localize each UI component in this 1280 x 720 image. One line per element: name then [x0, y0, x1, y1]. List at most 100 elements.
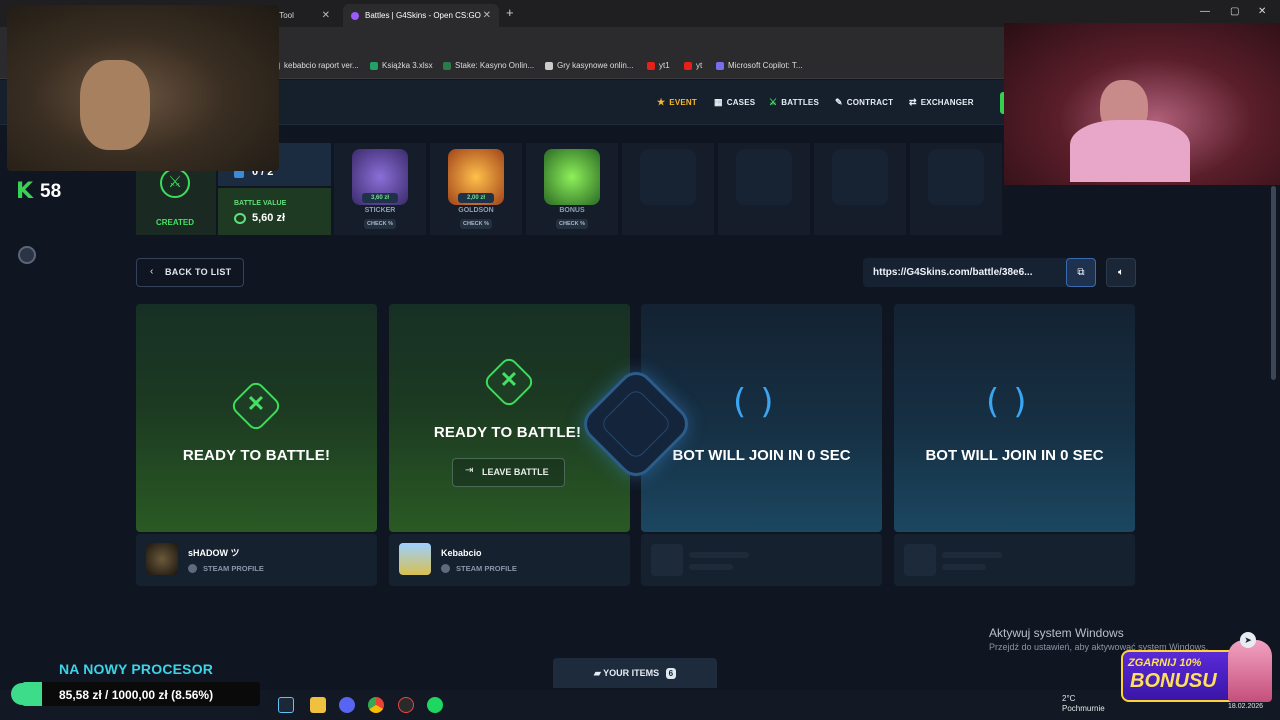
nav-cases[interactable]: ▦ CASES — [714, 97, 755, 108]
bonus-line-2: BONUSU — [1130, 670, 1217, 692]
check-odds-button[interactable]: CHECK % — [556, 219, 588, 229]
check-odds-button[interactable]: CHECK % — [460, 219, 492, 229]
tab-close-icon[interactable]: ✕ — [483, 4, 491, 27]
player-name: sHADOW ツ — [188, 548, 240, 558]
spotify-icon[interactable] — [427, 697, 443, 713]
site-logo[interactable]: K — [16, 181, 34, 203]
discord-icon[interactable] — [339, 697, 355, 713]
battle-value: 5,60 zł — [252, 212, 286, 224]
steam-icon — [441, 564, 450, 573]
bonus-line-1: ZGARNIJ 10% — [1128, 657, 1202, 669]
tab-label: Battles | G4Skins - Open CS:GO — [365, 11, 481, 20]
case-card[interactable]: 3,60 zł STICKER CHECK % — [334, 143, 426, 235]
case-placeholder — [718, 143, 810, 235]
weather-widget[interactable]: 2°C Pochmurnie — [1062, 694, 1105, 714]
close-window-button[interactable]: ✕ — [1258, 6, 1266, 17]
bookmark-item[interactable]: Microsoft Copilot: T... — [716, 61, 803, 70]
bookmark-item[interactable]: kebabcio raport ver... — [272, 61, 359, 70]
webcam-person-body — [1070, 120, 1190, 182]
slot-status: READY TO BATTLE! — [182, 447, 331, 464]
g4skins-favicon-icon — [351, 12, 359, 20]
bookmark-item[interactable]: Książka 3.xlsx — [370, 61, 433, 70]
speaker-icon: 🔈︎ — [1118, 267, 1124, 278]
swords-icon: ✕ — [229, 379, 283, 433]
steam-profile-link[interactable]: STEAM PROFILE — [203, 564, 264, 573]
battle-status-label: CREATED — [155, 218, 195, 227]
player-card-4-placeholder — [894, 534, 1135, 586]
nav-exchanger[interactable]: ⇄ EXCHANGER — [909, 97, 974, 108]
case-placeholder — [910, 143, 1002, 235]
bonus-character-image — [1228, 640, 1272, 702]
steam-icon[interactable] — [278, 697, 294, 713]
windows-activation-title: Aktywuj system Windows — [989, 626, 1124, 640]
youtube-icon — [647, 62, 655, 70]
loading-spinner-icon: () — [986, 382, 1041, 422]
tab-close-icon[interactable]: ✕ — [322, 4, 330, 27]
case-name: STICKER — [364, 207, 396, 214]
chevron-left-icon: ‹ — [150, 266, 154, 277]
copilot-icon — [716, 62, 724, 70]
case-card[interactable]: BONUS CHECK % — [526, 143, 618, 235]
stake-icon — [443, 62, 451, 70]
player-slot-4: () BOT WILL JOIN IN 0 SEC — [894, 304, 1135, 532]
battles-icon: ⚔ — [769, 97, 778, 107]
pen-icon: ✎ — [835, 97, 843, 107]
exchange-icon: ⇄ — [909, 97, 917, 107]
obs-icon[interactable] — [398, 697, 414, 713]
copy-icon: ⧉ — [1077, 267, 1085, 278]
slot-status: BOT WILL JOIN IN 0 SEC — [925, 447, 1104, 464]
case-price: 3,60 zł — [362, 193, 398, 203]
loading-spinner-icon — [18, 246, 36, 264]
battle-value-label: BATTLE VALUE — [234, 200, 287, 207]
bookmark-item[interactable]: Gry kasynowe onlin... — [545, 61, 633, 70]
online-count: 58 — [40, 181, 62, 202]
file-explorer-icon[interactable] — [310, 697, 326, 713]
bookmark-item[interactable]: Stake: Kasyno Onlin... — [443, 61, 534, 70]
chrome-icon[interactable] — [368, 697, 384, 713]
your-items-label: YOUR ITEMS — [603, 668, 660, 678]
player-name: Kebabcio — [441, 548, 482, 558]
nav-contract[interactable]: ✎ CONTRACT — [835, 97, 893, 108]
player-card-3-placeholder — [641, 534, 882, 586]
bookmark-item[interactable]: yt1 — [647, 61, 670, 70]
star-icon: ★ — [657, 97, 666, 107]
nav-event[interactable]: ★ EVENT — [657, 97, 697, 108]
weather-temp: 2°C — [1062, 694, 1076, 703]
case-image — [544, 149, 600, 205]
bookmark-item[interactable]: yt — [684, 61, 702, 70]
your-items-button[interactable]: ▰ YOUR ITEMS 6 — [553, 658, 717, 688]
copy-link-button[interactable]: ⧉ — [1066, 258, 1096, 287]
check-odds-button[interactable]: CHECK % — [364, 219, 396, 229]
page-scrollbar[interactable] — [1271, 186, 1276, 380]
case-name: BONUS — [559, 207, 585, 214]
player-card-1: sHADOW ツ STEAM PROFILE — [136, 534, 377, 586]
battle-url-field[interactable]: https://G4Skins.com/battle/38e6... — [863, 258, 1096, 287]
player-card-2: Kebabcio STEAM PROFILE — [389, 534, 630, 586]
coins-icon — [234, 213, 246, 224]
avatar — [146, 543, 178, 575]
sound-toggle-button[interactable]: 🔈︎ — [1106, 258, 1136, 287]
case-name: GOLDSON — [458, 207, 494, 214]
battle-created-icon: ⚔ — [160, 168, 190, 198]
case-placeholder — [814, 143, 906, 235]
telegram-icon[interactable]: ➤ — [1240, 632, 1256, 648]
case-price: 2,00 zł — [458, 193, 494, 203]
items-count-badge: 6 — [665, 668, 677, 679]
rounds-icon — [234, 170, 244, 178]
nav-battles[interactable]: ⚔ BATTLES — [769, 97, 819, 108]
bookmark-s-icon — [545, 62, 553, 70]
new-tab-button[interactable]: + — [506, 5, 514, 20]
swords-icon: ✕ — [482, 355, 536, 409]
taskbar-date: 18.02.2026 — [1228, 703, 1264, 710]
steam-icon — [188, 564, 197, 573]
minimize-button[interactable]: — — [1200, 6, 1210, 17]
avatar — [399, 543, 431, 575]
cases-icon: ▦ — [714, 97, 723, 107]
exit-icon: ⇥ — [465, 465, 474, 476]
tab-battles[interactable]: Battles | G4Skins - Open CS:GO ✕ — [343, 4, 499, 27]
maximize-button[interactable]: ▢ — [1230, 6, 1239, 17]
steam-profile-link[interactable]: STEAM PROFILE — [456, 564, 517, 573]
overlay-goal-title: NA NOWY PROCESOR — [59, 661, 214, 677]
case-card[interactable]: 2,00 zł GOLDSON CHECK % — [430, 143, 522, 235]
player-slot-1: ✕ READY TO BATTLE! — [136, 304, 377, 532]
